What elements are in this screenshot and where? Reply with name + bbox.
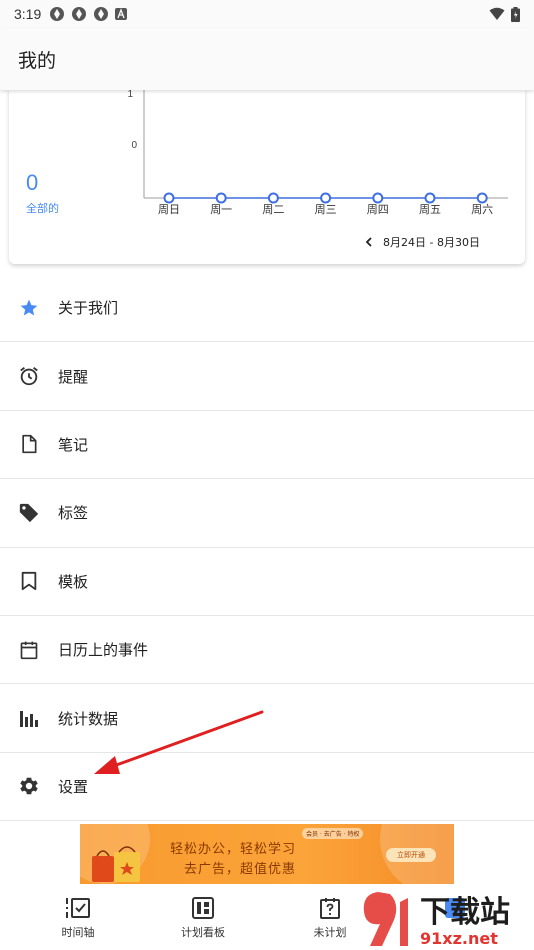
unplanned-icon <box>320 898 340 919</box>
page-title: 我的 <box>18 49 57 72</box>
x-tick-label: 周三 <box>315 203 337 216</box>
notification-icons <box>49 6 128 22</box>
x-tick-label: 周一 <box>210 203 232 216</box>
menu-item-tags[interactable]: 标签 <box>0 479 534 548</box>
ad-banner[interactable]: 会员 · 去广告 · 特权 轻松办公，轻松学习 去广告，超值优惠 立即开通 <box>80 824 454 884</box>
x-tick-label: 周四 <box>367 203 389 216</box>
x-tick-label: 周五 <box>419 203 441 216</box>
y-tick-label: 0 <box>131 140 137 151</box>
battery-icon <box>511 6 520 22</box>
data-point <box>163 192 175 204</box>
site-watermark: 下载站 91xz.net <box>363 892 510 948</box>
x-tick-label: 周二 <box>262 203 284 216</box>
star-icon <box>18 297 40 319</box>
data-point <box>476 192 488 204</box>
nav-item-timeline[interactable]: 时间轴 <box>38 896 118 940</box>
wifi-icon <box>489 7 505 20</box>
nav-label: 计划看板 <box>181 926 225 939</box>
app-notification-icon <box>50 7 65 21</box>
date-range-nav: 8月24日 - 8月30日 <box>365 234 480 250</box>
chevron-left-icon[interactable] <box>365 237 373 247</box>
menu-item-label: 提醒 <box>58 367 89 386</box>
menu-item-label: 标签 <box>58 504 89 523</box>
data-point <box>424 192 436 204</box>
status-bar: 3:19 <box>0 0 534 28</box>
menu-item-templates[interactable]: 模板 <box>0 548 534 616</box>
weekly-line-chart: 1 0 周日 周一 周二 周三 周四 周五 周六 <box>127 89 508 216</box>
menu-item-settings[interactable]: 设置 <box>0 753 534 822</box>
date-range-label: 8月24日 - 8月30日 <box>383 236 480 249</box>
menu-item-label: 关于我们 <box>58 299 119 318</box>
nav-item-plan-board[interactable]: 计划看板 <box>163 896 243 940</box>
data-point <box>372 192 384 204</box>
app-notification-icon <box>94 7 109 21</box>
shopping-bags-icon <box>92 846 140 882</box>
watermark-url: 91xz.net <box>420 929 498 948</box>
menu-item-calendar-events[interactable]: 日历上的事件 <box>0 616 534 685</box>
ad-tags: 会员 · 去广告 · 特权 <box>302 828 364 839</box>
nav-item-unplanned[interactable]: 未计划 <box>290 896 370 940</box>
menu-item-statistics[interactable]: 统计数据 <box>0 684 534 753</box>
alarm-clock-icon <box>18 365 40 387</box>
menu-item-label: 日历上的事件 <box>58 641 149 660</box>
nav-label: 时间轴 <box>61 926 95 939</box>
timeline-icon <box>66 898 90 918</box>
stats-card: 0 全部的 1 0 周日 周一 周二 周三 周四 周五 周六 8月24日 - 8月30日 <box>9 88 525 264</box>
bar-chart-icon <box>18 707 40 729</box>
menu-item-notes[interactable]: 笔记 <box>0 411 534 480</box>
a-notification-icon <box>115 8 128 20</box>
ad-cta-button[interactable]: 立即开通 <box>386 848 436 862</box>
watermark-title: 下载站 <box>420 895 510 930</box>
system-status-icons <box>489 6 520 22</box>
menu-item-label: 统计数据 <box>58 709 119 728</box>
total-count-value: 0 <box>26 170 39 195</box>
gear-icon <box>18 775 40 797</box>
x-tick-label: 周六 <box>471 203 493 216</box>
menu-item-label: 设置 <box>58 777 89 796</box>
data-point <box>215 192 227 204</box>
app-bar: 我的 <box>0 28 534 90</box>
nav-label: 未计划 <box>313 926 347 939</box>
tag-icon <box>18 502 40 524</box>
ad-headline: 轻松办公，轻松学习 <box>170 842 297 857</box>
board-icon <box>192 897 214 919</box>
status-time: 3:19 <box>14 6 42 22</box>
bookmark-icon <box>18 570 40 592</box>
data-point <box>320 192 332 204</box>
app-notification-icon <box>72 7 87 21</box>
settings-menu: 关于我们 提醒 笔记 标签 模板 日历上的事件 统计数据 设置 <box>0 274 534 822</box>
total-count-label: 全部的 <box>26 202 59 215</box>
total-count-block[interactable]: 0 全部的 <box>26 170 59 216</box>
calendar-icon <box>18 639 40 661</box>
note-icon <box>18 433 40 455</box>
x-tick-label: 周日 <box>158 203 180 216</box>
menu-item-about[interactable]: 关于我们 <box>0 274 534 343</box>
menu-item-reminders[interactable]: 提醒 <box>0 342 534 411</box>
y-tick-label: 1 <box>127 89 133 100</box>
menu-item-label: 模板 <box>58 572 89 591</box>
menu-item-label: 笔记 <box>58 435 89 454</box>
data-point <box>267 192 279 204</box>
ad-subheadline: 去广告，超值优惠 <box>184 862 297 877</box>
